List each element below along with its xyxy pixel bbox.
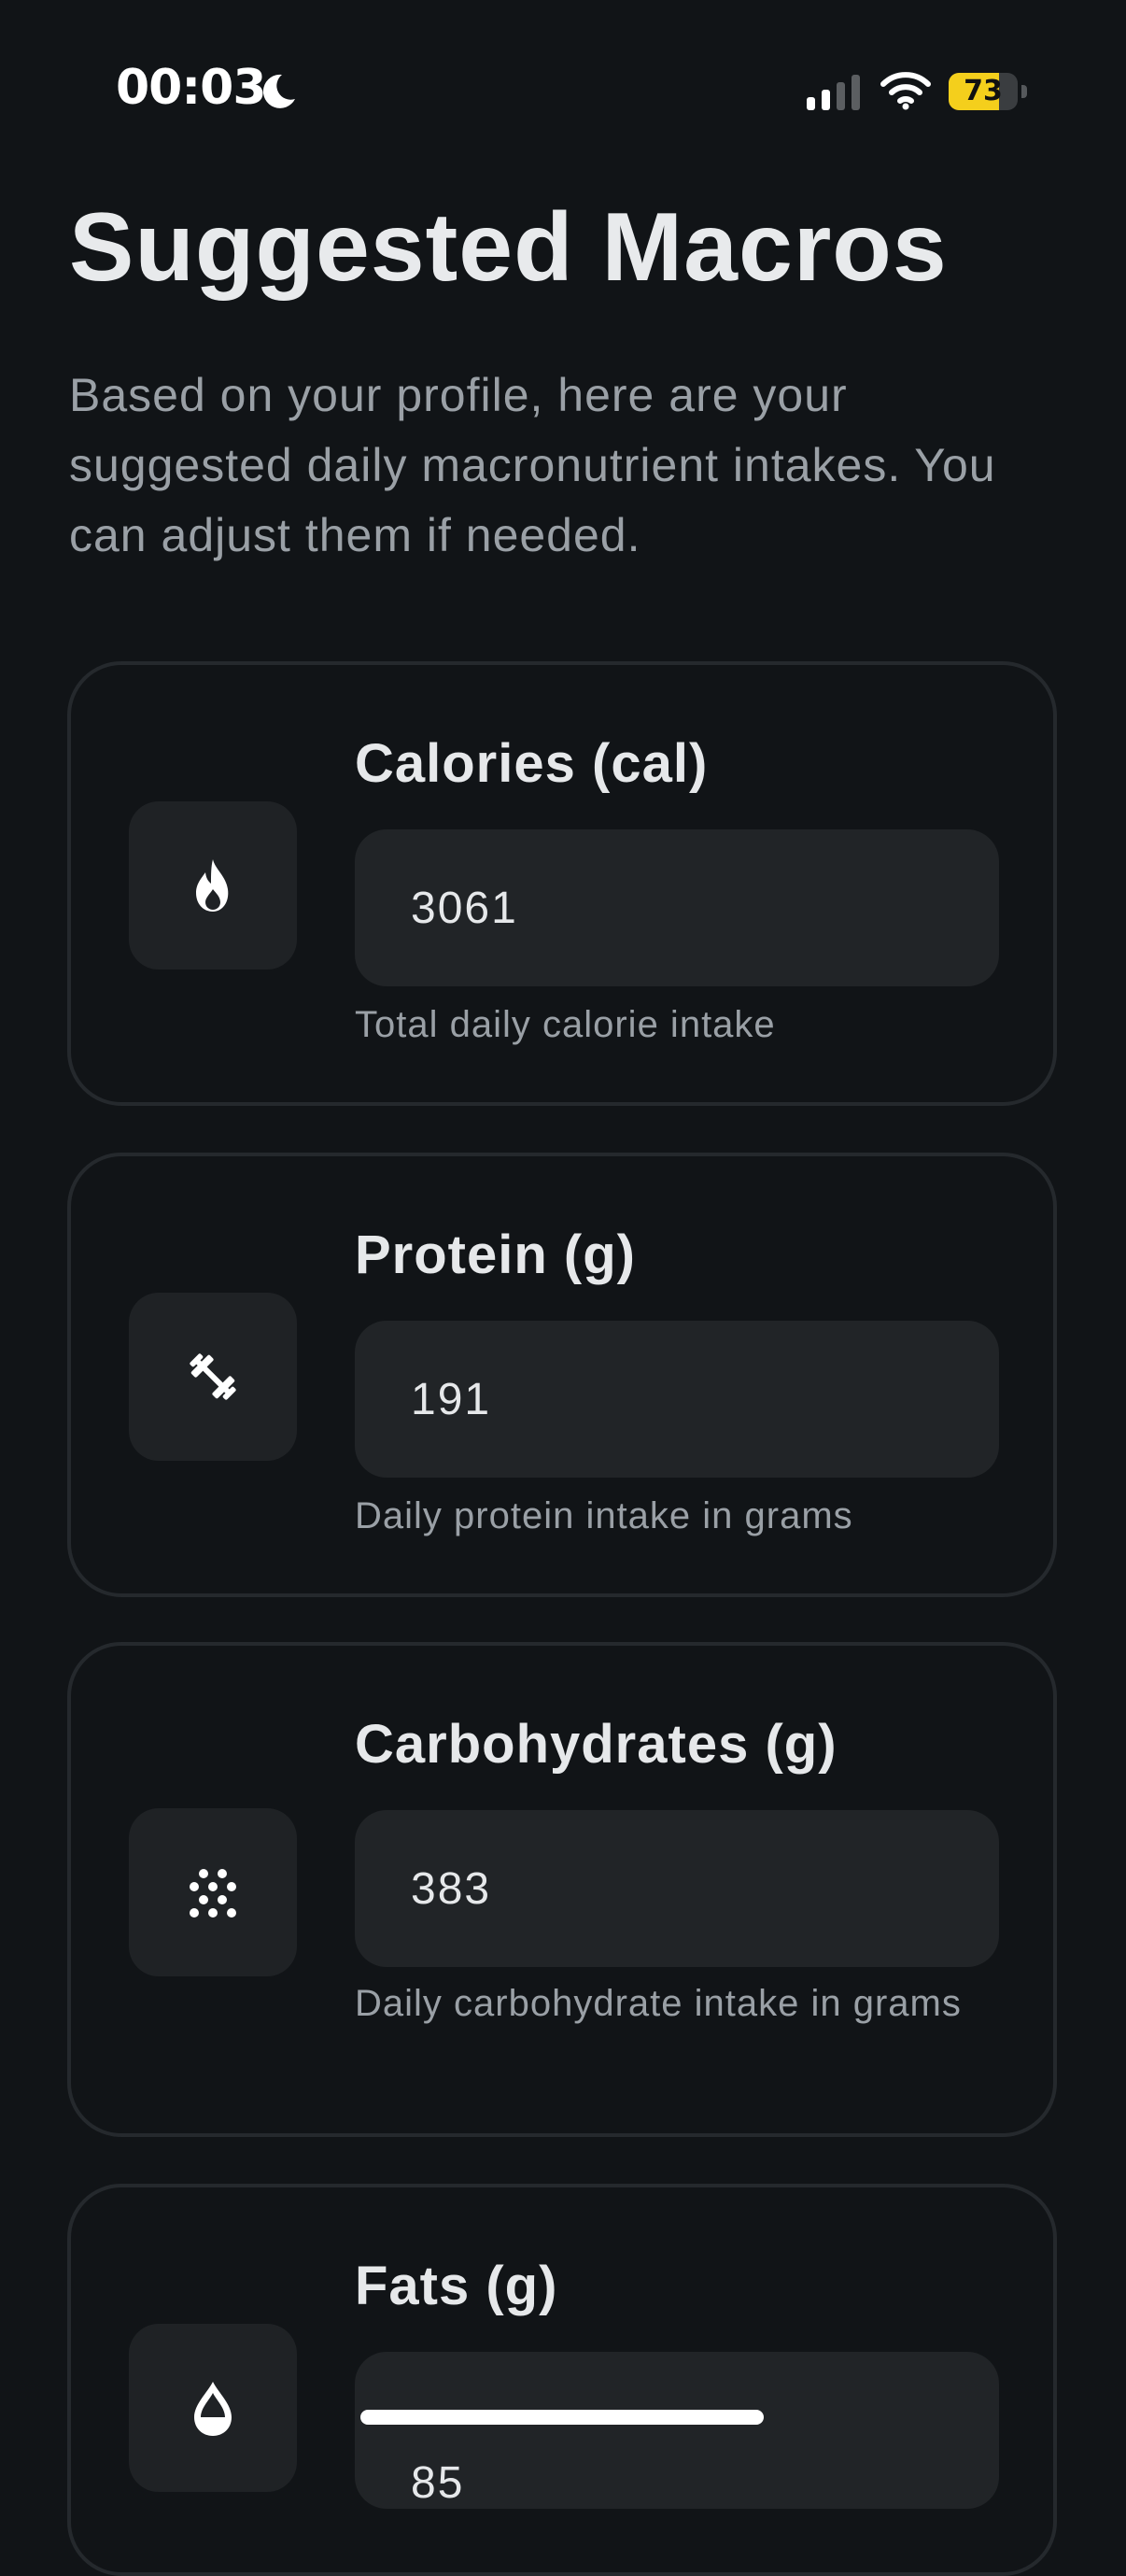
- status-time: 00:03: [116, 60, 267, 116]
- carbohydrates-input[interactable]: 383: [355, 1810, 999, 1967]
- carbohydrates-icon-box: [129, 1808, 297, 1976]
- drop-icon: [194, 2382, 232, 2436]
- calories-card: Calories (cal) 3061 Total daily calorie …: [67, 661, 1057, 1106]
- protein-card: Protein (g) 191 Daily protein intake in …: [67, 1153, 1057, 1597]
- protein-icon-box: [129, 1293, 297, 1461]
- home-indicator[interactable]: [360, 2410, 764, 2425]
- dumbbell-icon: [190, 1353, 236, 1400]
- carbohydrates-label: Carbohydrates (g): [355, 1714, 837, 1775]
- calories-icon-box: [129, 801, 297, 970]
- moon-icon: [262, 74, 295, 108]
- protein-input[interactable]: 191: [355, 1321, 999, 1478]
- calories-label: Calories (cal): [355, 733, 709, 794]
- calories-help: Total daily calorie intake: [355, 1004, 776, 1045]
- fats-icon-box: [129, 2324, 297, 2492]
- flame-icon: [196, 859, 229, 912]
- calories-input[interactable]: 3061: [355, 829, 999, 986]
- fats-input[interactable]: 85: [355, 2352, 999, 2509]
- signal-icon: [807, 75, 860, 110]
- battery-icon: 73: [949, 73, 1027, 110]
- carbohydrates-help: Daily carbohydrate intake in grams: [355, 1983, 962, 2024]
- protein-help: Daily protein intake in grams: [355, 1495, 853, 1536]
- page-subtitle: Based on your profile, here are your sug…: [69, 369, 996, 561]
- wifi-icon: [880, 72, 931, 110]
- grain-icon: [190, 1869, 236, 1918]
- status-bar: 00:03 73: [0, 0, 1126, 187]
- fats-label: Fats (g): [355, 2256, 558, 2316]
- battery-level: 73: [964, 75, 1003, 107]
- fats-card: Fats (g) 85: [67, 2184, 1057, 2576]
- page-title: Suggested Macros: [69, 193, 948, 302]
- protein-label: Protein (g): [355, 1224, 636, 1285]
- carbohydrates-card: Carbohydrates (g) 383 Daily carbohydrate…: [67, 1642, 1057, 2137]
